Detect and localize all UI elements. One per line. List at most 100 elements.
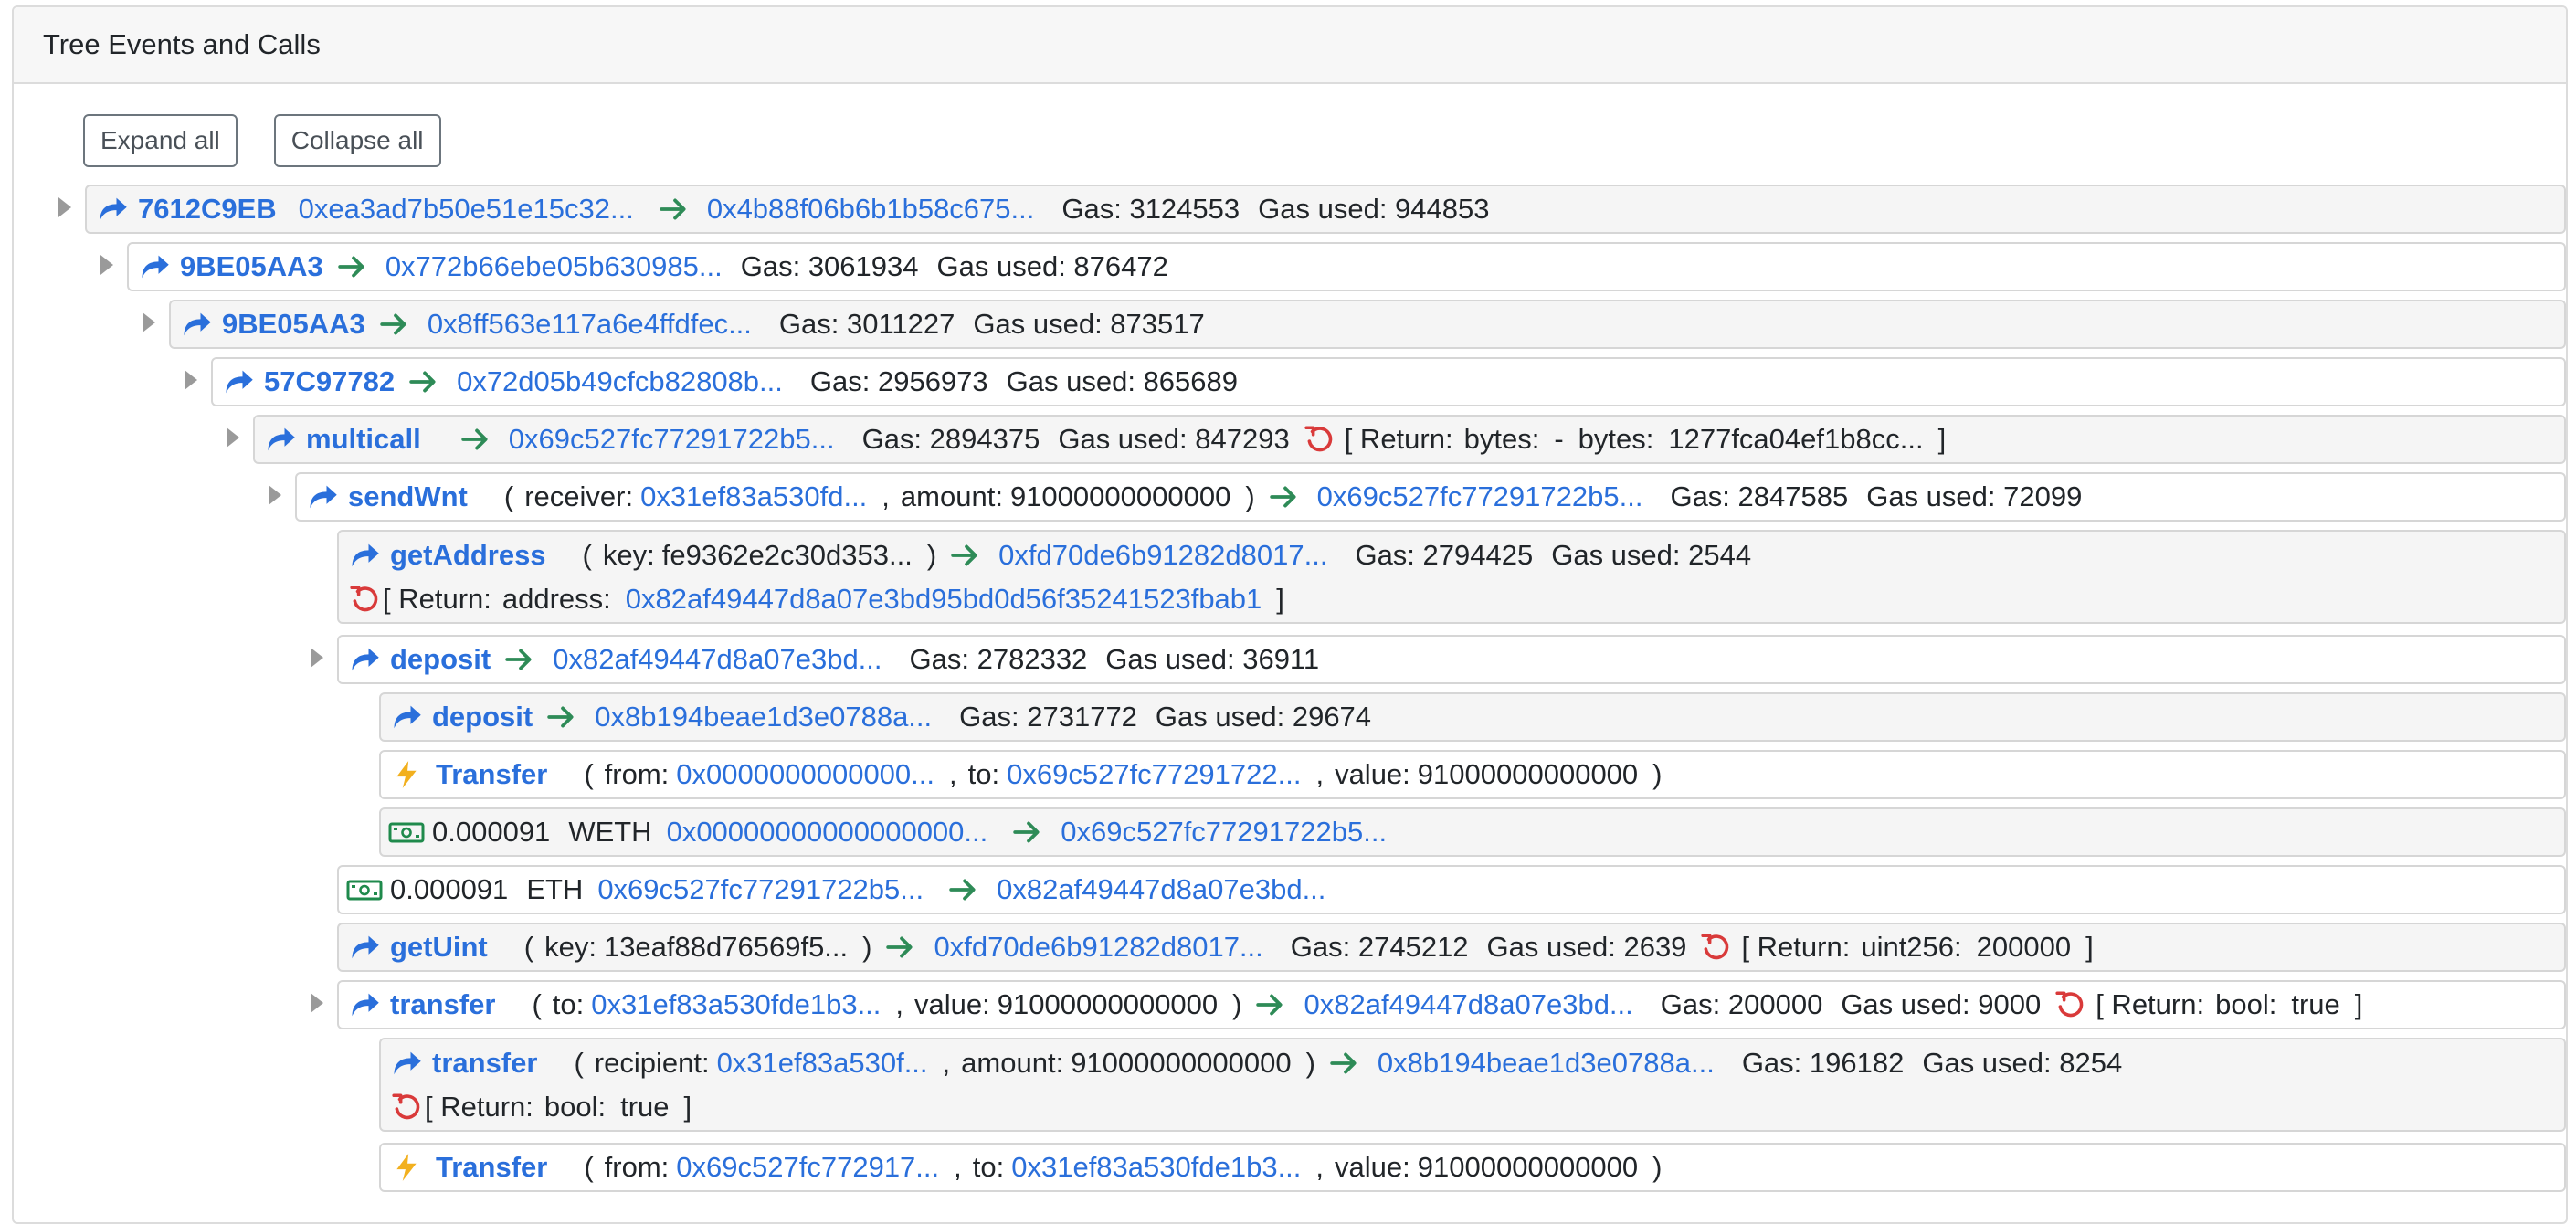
call-node[interactable]: getUint ( key: 13eaf88d76569f5... ) 0xfd… [337,923,2566,972]
to-address[interactable]: 0x69c527fc77291722b5... [509,423,835,456]
param-name: from: [604,758,670,790]
return-close: ] [1937,423,1947,455]
event-name[interactable]: Transfer [436,1151,547,1184]
call-node[interactable]: deposit 0x8b194beae1d3e0788a... Gas: 273… [379,692,2566,742]
call-node[interactable]: multicall 0x69c527fc77291722b5... Gas: 2… [253,415,2566,464]
param-value[interactable]: 0x31ef83a530fde1b3... [1011,1151,1301,1184]
function-name[interactable]: sendWnt [348,480,468,513]
return-icon [2052,987,2088,1023]
return-icon [1301,421,1337,458]
tree-row: transfer ( recipient: 0x31ef83a530f... ,… [379,1038,2566,1132]
to-address[interactable]: 0x4b88f06b6b1b58c675... [707,193,1035,226]
collapse-all-button[interactable]: Collapse all [273,114,441,167]
param-separator: , [895,988,904,1020]
param-value[interactable]: 0x69c527fc77291722... [1007,758,1301,791]
event-node[interactable]: Transfer ( from: 0x0000000000000... , to… [379,750,2566,799]
function-name[interactable]: deposit [390,643,491,676]
call-node[interactable]: 9BE05AA3 0x772b66ebe05b630985... Gas: 30… [127,242,2566,291]
param-value: 91000000000000 [1071,1046,1292,1079]
paren-open: ( [582,538,592,571]
paren-close: ) [1652,1151,1663,1183]
call-node[interactable]: getAddress ( key: fe9362e2c30d353... ) 0… [337,530,2566,624]
to-address[interactable]: 0x82af49447d8a07e3bd... [997,873,1325,906]
param-value[interactable]: 0x0000000000000... [676,758,934,791]
return-line: [ Return: bool: true ] [388,1090,692,1124]
token-transfer-node[interactable]: 0.000091 ETH 0x69c527fc77291722b5... 0x8… [337,865,2566,914]
tree-row: deposit 0x82af49447d8a07e3bd... Gas: 278… [311,635,2566,684]
function-name[interactable]: transfer [390,988,495,1021]
caret-right-icon[interactable] [141,311,157,334]
call-node[interactable]: transfer ( recipient: 0x31ef83a530f... ,… [379,1038,2566,1132]
from-address[interactable]: 0xea3ad7b50e51e15c32... [299,193,634,226]
param-name: key: [544,931,596,963]
function-name[interactable]: transfer [432,1047,537,1080]
param-value: 91000000000000 [997,988,1219,1020]
paren-open: ( [532,988,542,1020]
gas-used: Gas used: 8254 [1922,1046,2123,1079]
caret-right-icon[interactable] [309,991,325,1015]
arrow-right-icon [1266,479,1303,515]
event-node[interactable]: Transfer ( from: 0x69c527fc772917... , t… [379,1143,2566,1192]
function-name[interactable]: getAddress [390,539,546,572]
arrow-right-icon [458,421,494,458]
return-icon [1697,929,1734,965]
call-node[interactable]: 9BE05AA3 0x8ff563e117a6e4ffdfec... Gas: … [169,300,2566,349]
function-name[interactable]: deposit [432,701,533,733]
param-name: to: [972,1151,1005,1183]
to-address[interactable]: 0x82af49447d8a07e3bd... [553,643,882,676]
caret-right-icon[interactable] [225,426,241,449]
function-name[interactable]: getUint [390,931,488,964]
caret-right-icon[interactable] [183,368,199,392]
tree-row: getAddress ( key: fe9362e2c30d353... ) 0… [337,530,2566,624]
tree-row: 7612C9EB 0xea3ad7b50e51e15c32... 0x4b88f… [58,185,2566,234]
param-name: value: [914,988,990,1020]
function-name[interactable]: multicall [306,423,421,456]
return-value[interactable]: 0x82af49447d8a07e3bd95bd0d56f35241523fba… [626,583,1262,616]
function-name[interactable]: 9BE05AA3 [222,308,365,341]
to-address[interactable]: 0x72d05b49cfcb82808b... [457,365,783,398]
gas-used: Gas used: 944853 [1258,193,1490,225]
arrow-right-icon [1326,1045,1363,1082]
to-address[interactable]: 0xfd70de6b91282d8017... [998,539,1327,572]
to-address[interactable]: 0x8b194beae1d3e0788a... [595,701,932,733]
call-node[interactable]: sendWnt ( receiver: 0x31ef83a530fd... , … [295,472,2566,522]
tree-row: 9BE05AA3 0x8ff563e117a6e4ffdfec... Gas: … [143,300,2566,349]
token-transfer-node[interactable]: 0.000091 WETH 0x00000000000000000... 0x6… [379,807,2566,857]
param-separator: , [882,480,890,512]
caret-right-icon[interactable] [57,195,73,219]
return-value: 1277fca04ef1b8cc... [1668,423,1924,455]
to-address[interactable]: 0x8ff563e117a6e4ffdfec... [428,308,752,341]
caret-right-icon[interactable] [267,483,283,507]
call-node[interactable]: transfer ( to: 0x31ef83a530fde1b3... , v… [337,980,2566,1029]
call-node[interactable]: deposit 0x82af49447d8a07e3bd... Gas: 278… [337,635,2566,684]
call-icon [346,929,383,965]
caret-right-icon[interactable] [99,253,115,277]
function-name[interactable]: 9BE05AA3 [180,250,323,283]
param-value[interactable]: 0x31ef83a530fd... [640,480,867,513]
to-address[interactable]: 0x69c527fc77291722b5... [1061,816,1387,849]
to-address[interactable]: 0x69c527fc77291722b5... [1317,480,1643,513]
paren-close: ) [1652,758,1663,790]
to-address[interactable]: 0x8b194beae1d3e0788a... [1378,1047,1715,1080]
event-name[interactable]: Transfer [436,758,547,791]
from-address[interactable]: 0x00000000000000000... [667,816,988,849]
to-address[interactable]: 0x772b66ebe05b630985... [385,250,723,283]
tree-row: 0.000091 ETH 0x69c527fc77291722b5... 0x8… [337,865,2566,914]
return-value: true [620,1090,670,1123]
param-value[interactable]: 0x69c527fc772917... [676,1151,939,1184]
call-icon [94,191,131,227]
arrow-right-icon [376,306,413,343]
param-value[interactable]: 0x31ef83a530fde1b3... [591,988,881,1021]
call-node[interactable]: 57C97782 0x72d05b49cfcb82808b... Gas: 29… [211,357,2566,406]
function-name[interactable]: 57C97782 [264,365,395,398]
tree-row: multicall 0x69c527fc77291722b5... Gas: 2… [227,415,2566,464]
function-name[interactable]: 7612C9EB [138,193,277,226]
call-node[interactable]: 7612C9EB 0xea3ad7b50e51e15c32... 0x4b88f… [85,185,2566,234]
param-value[interactable]: 0x31ef83a530f... [717,1047,928,1080]
to-address[interactable]: 0x82af49447d8a07e3bd... [1304,988,1632,1021]
expand-all-button[interactable]: Expand all [83,114,238,167]
call-icon [136,248,173,285]
caret-right-icon[interactable] [309,646,325,670]
to-address[interactable]: 0xfd70de6b91282d8017... [934,931,1262,964]
from-address[interactable]: 0x69c527fc77291722b5... [597,873,924,906]
